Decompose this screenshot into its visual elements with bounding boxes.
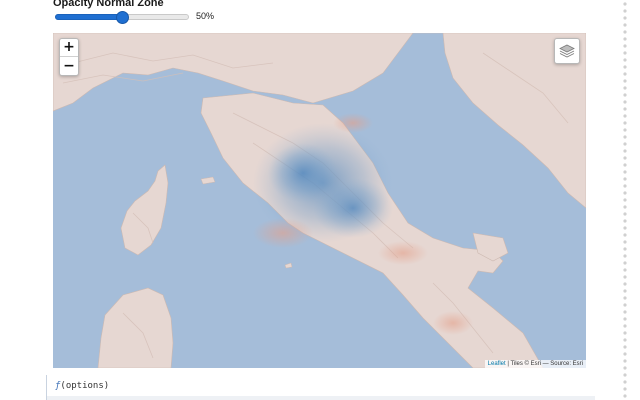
rail-dot xyxy=(623,100,627,104)
rail-dot xyxy=(623,30,627,34)
rail-dot xyxy=(623,359,627,363)
rail-dot xyxy=(623,289,627,293)
rail-dot xyxy=(623,338,627,342)
rail-dot xyxy=(623,177,627,181)
rail-dot xyxy=(623,16,627,20)
rail-dot xyxy=(623,191,627,195)
rail-dot xyxy=(623,275,627,279)
rail-dot xyxy=(623,65,627,69)
rail-dot xyxy=(623,198,627,202)
opacity-slider[interactable] xyxy=(55,9,189,24)
rail-dot xyxy=(623,44,627,48)
rail-dot xyxy=(623,219,627,223)
rail-dot xyxy=(623,226,627,230)
rail-dot xyxy=(623,268,627,272)
rail-dot xyxy=(623,107,627,111)
rail-dot xyxy=(623,142,627,146)
attribution-text: | Tiles © Esri — Source: Esri xyxy=(505,361,583,367)
slider-fill xyxy=(55,14,123,20)
zoom-out-button[interactable]: − xyxy=(60,57,78,75)
rail-dot xyxy=(623,212,627,216)
rail-dot xyxy=(623,149,627,153)
rail-dot xyxy=(623,373,627,377)
rail-dot xyxy=(623,51,627,55)
rail-dot xyxy=(623,156,627,160)
rail-dot xyxy=(623,72,627,76)
rail-dot xyxy=(623,254,627,258)
rail-dot xyxy=(623,247,627,251)
rail-dot xyxy=(623,317,627,321)
zoom-in-button[interactable]: + xyxy=(60,39,78,57)
rail-dot xyxy=(623,380,627,384)
layers-control-button[interactable] xyxy=(554,38,580,64)
map-tiles xyxy=(53,33,586,368)
rail-dot xyxy=(623,37,627,41)
code-cell-footer xyxy=(47,396,595,400)
rail-dot xyxy=(623,58,627,62)
zoom-control: + − xyxy=(59,38,79,76)
code-cell[interactable]: ƒ(options) xyxy=(46,375,595,400)
opacity-label: Opacity Normal Zone xyxy=(53,0,164,9)
rail-dot xyxy=(623,240,627,244)
rail-dot xyxy=(623,296,627,300)
rail-dot xyxy=(623,114,627,118)
rail-dot xyxy=(623,324,627,328)
layers-icon xyxy=(559,44,575,58)
map-attribution: Leaflet | Tiles © Esri — Source: Esri xyxy=(484,360,586,368)
rail-dot xyxy=(623,79,627,83)
rail-dot xyxy=(623,135,627,139)
rail-dot xyxy=(623,387,627,391)
rail-dot xyxy=(623,9,627,13)
right-dotted-rail xyxy=(623,2,627,398)
rail-dot xyxy=(623,86,627,90)
code-line: ƒ(options) xyxy=(55,381,109,391)
rail-dot xyxy=(623,121,627,125)
rail-dot xyxy=(623,205,627,209)
rail-dot xyxy=(623,2,627,6)
rail-dot xyxy=(623,331,627,335)
rail-dot xyxy=(623,366,627,370)
rail-dot xyxy=(623,345,627,349)
rail-dot xyxy=(623,394,627,398)
slider-thumb[interactable] xyxy=(116,11,129,24)
rail-dot xyxy=(623,352,627,356)
rail-dot xyxy=(623,310,627,314)
rail-dot xyxy=(623,93,627,97)
leaflet-link[interactable]: Leaflet xyxy=(488,361,506,367)
rail-dot xyxy=(623,233,627,237)
function-args: (options) xyxy=(60,381,110,391)
rail-dot xyxy=(623,128,627,132)
rail-dot xyxy=(623,163,627,167)
rail-dot xyxy=(623,282,627,286)
opacity-value: 50% xyxy=(196,11,215,21)
rail-dot xyxy=(623,170,627,174)
rail-dot xyxy=(623,23,627,27)
map[interactable]: + − Leaflet | Tiles © Esri — Source: Esr… xyxy=(53,33,586,368)
rail-dot xyxy=(623,184,627,188)
rail-dot xyxy=(623,261,627,265)
rail-dot xyxy=(623,303,627,307)
